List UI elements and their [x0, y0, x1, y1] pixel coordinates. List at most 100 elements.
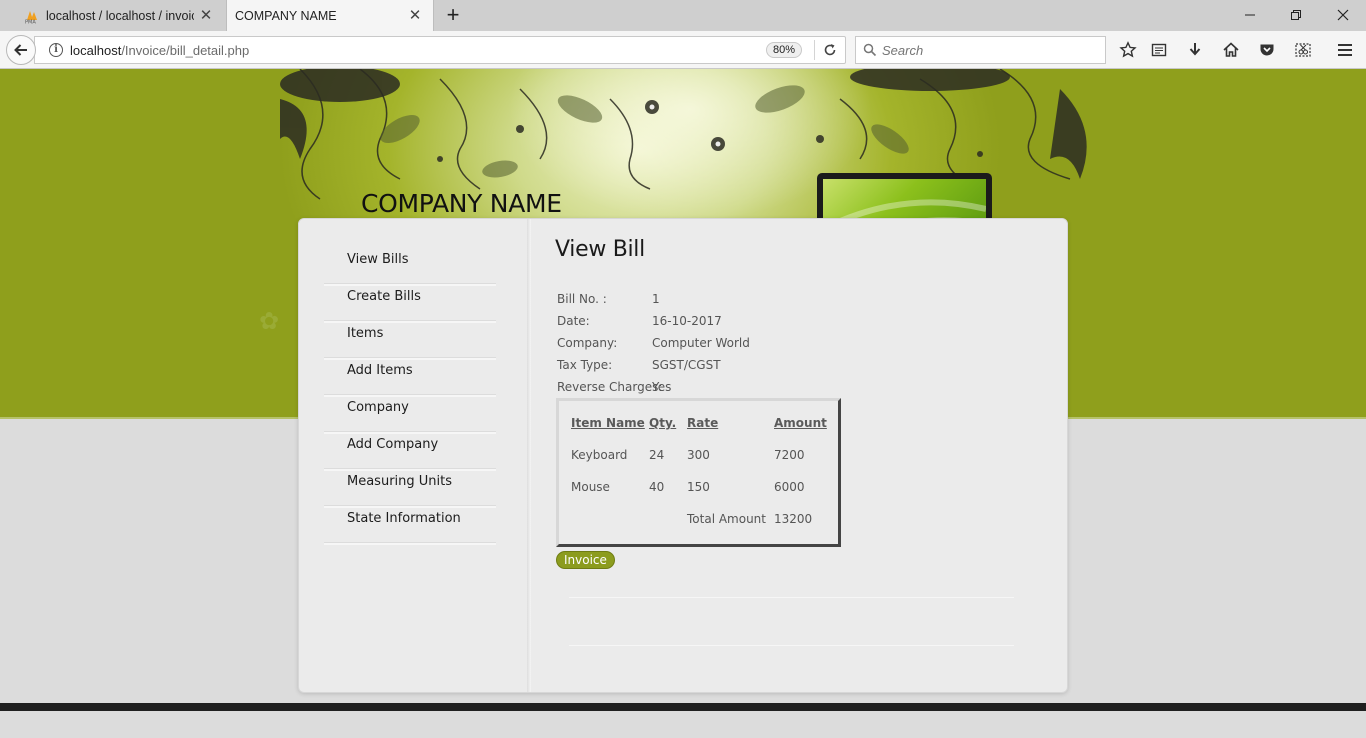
qty-cell: 24: [649, 448, 665, 462]
content-area: View Bill Bill No. : 1 Date: 16-10-2017 Co…: [555, 237, 1045, 646]
restore-icon[interactable]: [1284, 4, 1308, 26]
sidebar-menu: View Bills Create Bills Items Add Items …: [324, 249, 496, 545]
items-table-frame: Item Name Qty. Rate Amount Keyboard 24 3…: [556, 398, 841, 547]
empty-cell: [571, 503, 649, 535]
sidebar-item-add-company: Add Company: [324, 434, 496, 471]
back-button[interactable]: [6, 35, 36, 65]
reading-list-icon[interactable]: [1147, 38, 1171, 62]
pocket-icon[interactable]: [1255, 38, 1279, 62]
total-amount-value: 13200: [774, 512, 813, 526]
tab-phpmyadmin[interactable]: PMA localhost / localhost / invoice ✕: [18, 0, 224, 31]
bill-number-value: 1: [652, 292, 660, 306]
measuring-units-link[interactable]: Measuring Units: [347, 474, 452, 489]
divider: [569, 645, 1014, 646]
search-bar[interactable]: [855, 36, 1106, 64]
bill-number-label: Bill No. :: [557, 292, 607, 306]
column-header-qty: Qty.: [649, 416, 677, 430]
table-row: Mouse 40 150 6000: [571, 471, 834, 503]
empty-cell: [649, 503, 687, 535]
rate-cell: 150: [687, 480, 710, 494]
view-bills-link[interactable]: View Bills: [347, 252, 409, 267]
date-row: Date: 16-10-2017: [557, 314, 857, 336]
items-link[interactable]: Items: [347, 326, 383, 341]
sidebar-item-company: Company: [324, 397, 496, 434]
sidebar-item-items: Items: [324, 323, 496, 360]
company-row: Company: Computer World: [557, 336, 857, 358]
bookmark-star-icon[interactable]: [1116, 38, 1140, 62]
tax-type-value: SGST/CGST: [652, 358, 721, 372]
menu-hamburger-icon[interactable]: [1333, 38, 1357, 62]
state-information-link[interactable]: State Information: [347, 511, 461, 526]
search-icon: [863, 43, 877, 57]
back-arrow-icon: [14, 44, 27, 56]
zoom-level-badge[interactable]: 80%: [765, 42, 802, 58]
sidebar-item-state-information: State Information: [324, 508, 496, 545]
url-path: /Invoice/bill_detail.php: [121, 42, 250, 58]
company-label: Company:: [557, 336, 618, 350]
main-content-panel: View Bills Create Bills Items Add Items …: [298, 218, 1068, 693]
item-name-cell: Mouse: [571, 480, 610, 494]
page-title: View Bill: [555, 237, 645, 262]
home-icon[interactable]: [1219, 38, 1243, 62]
item-name-cell: Keyboard: [571, 448, 628, 462]
tax-type-row: Tax Type: SGST/CGST: [557, 358, 857, 380]
tab-bar: PMA localhost / localhost / invoice ✕ CO…: [0, 0, 1366, 31]
site-title: COMPANY NAME: [361, 189, 562, 218]
screenshot-icon[interactable]: [1291, 38, 1315, 62]
company-value: Computer World: [652, 336, 750, 350]
reload-icon[interactable]: [815, 37, 845, 63]
url-host: localhost: [70, 42, 122, 58]
navigation-toolbar: i localhost/Invoice/bill_detail.php 80%: [0, 31, 1366, 69]
rate-cell: 300: [687, 448, 710, 462]
minimize-icon[interactable]: [1238, 4, 1262, 26]
sidebar-item-view-bills: View Bills: [324, 249, 496, 286]
tax-type-label: Tax Type:: [557, 358, 613, 372]
phpmyadmin-icon: PMA: [24, 8, 40, 25]
items-table: Item Name Qty. Rate Amount Keyboard 24 3…: [571, 413, 834, 535]
close-icon[interactable]: ✕: [407, 7, 423, 24]
divider: [569, 597, 1014, 598]
tab-company-name[interactable]: COMPANY NAME ✕: [226, 0, 434, 31]
bill-number-row: Bill No. : 1: [557, 292, 857, 314]
new-tab-icon[interactable]: +: [442, 4, 464, 26]
invoice-button[interactable]: Invoice: [556, 551, 615, 569]
footer-bar: [0, 703, 1366, 711]
close-window-icon[interactable]: [1331, 4, 1355, 26]
sidebar-item-create-bills: Create Bills: [324, 286, 496, 323]
sidebar: View Bills Create Bills Items Add Items …: [299, 219, 527, 692]
tab-title: localhost / localhost / invoice: [46, 8, 194, 23]
table-row: Keyboard 24 300 7200: [571, 439, 834, 471]
footer: [0, 711, 1366, 738]
amount-cell: 7200: [774, 448, 805, 462]
reverse-charges-label: Reverse Charges:: [557, 380, 663, 394]
qty-cell: 40: [649, 480, 665, 494]
add-items-link[interactable]: Add Items: [347, 363, 413, 378]
date-value: 16-10-2017: [652, 314, 722, 328]
create-bills-link[interactable]: Create Bills: [347, 289, 421, 304]
sidebar-item-add-items: Add Items: [324, 360, 496, 397]
table-header-row: Item Name Qty. Rate Amount: [571, 413, 834, 439]
total-row: Total Amount 13200: [571, 503, 834, 535]
reverse-charges-value: Yes: [652, 380, 672, 394]
search-input[interactable]: [882, 42, 1092, 58]
url-text[interactable]: localhost/Invoice/bill_detail.php: [70, 43, 766, 58]
company-link[interactable]: Company: [347, 400, 409, 415]
add-company-link[interactable]: Add Company: [347, 437, 438, 452]
column-header-item-name: Item Name: [571, 416, 645, 430]
column-header-rate: Rate: [687, 416, 719, 430]
amount-cell: 6000: [774, 480, 805, 494]
bill-details: Bill No. :1 Date: 16-10-2017 Company: Comp…: [557, 292, 857, 402]
date-label: Date:: [557, 314, 590, 328]
tab-title: COMPANY NAME: [235, 8, 337, 23]
download-icon[interactable]: [1183, 38, 1207, 62]
total-amount-label: Total Amount: [687, 512, 766, 526]
svg-text:PMA: PMA: [25, 19, 36, 24]
sidebar-divider: [527, 219, 531, 692]
close-icon[interactable]: ✕: [198, 7, 214, 24]
sidebar-item-measuring-units: Measuring Units: [324, 471, 496, 508]
address-bar[interactable]: i localhost/Invoice/bill_detail.php 80%: [34, 36, 846, 64]
flower-decoration-icon: ✿: [259, 308, 280, 335]
info-icon[interactable]: i: [49, 43, 63, 57]
web-page: ✿ COMPANY NAME View Bills Create Bills I…: [0, 69, 1366, 738]
column-header-amount: Amount: [774, 416, 827, 430]
